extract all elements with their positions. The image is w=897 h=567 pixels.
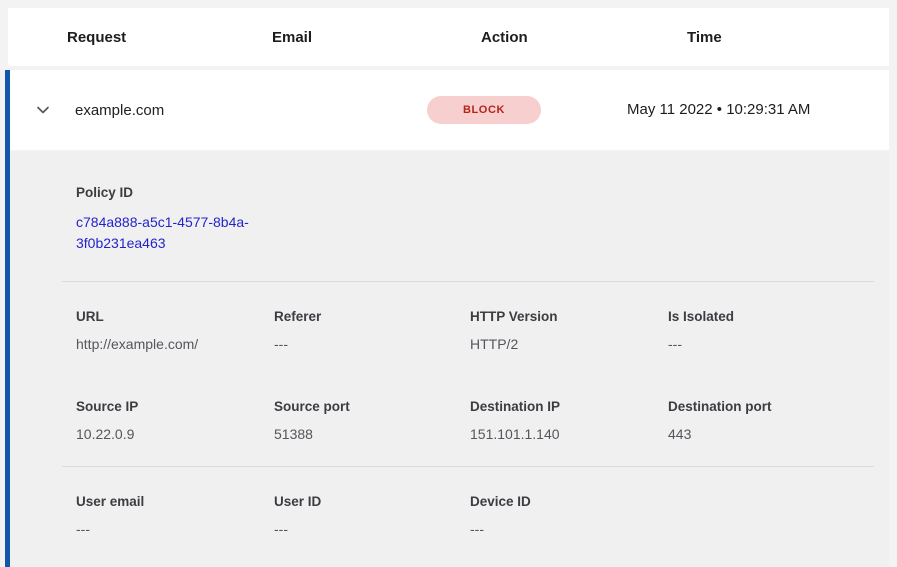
log-entry-card: example.com BLOCK May 11 2022 • 10:29:31… bbox=[5, 70, 889, 567]
detail-row-http: URL http://example.com/ Referer --- HTTP… bbox=[10, 309, 889, 352]
column-header-action: Action bbox=[481, 29, 687, 46]
column-header-request: Request bbox=[67, 29, 272, 46]
chevron-down-icon bbox=[35, 102, 51, 118]
field-http-version: HTTP Version HTTP/2 bbox=[470, 309, 668, 352]
action-cell: BLOCK bbox=[421, 96, 627, 124]
field-value: http://example.com/ bbox=[76, 336, 274, 352]
field-value: 443 bbox=[668, 426, 889, 442]
field-label: Source port bbox=[274, 399, 470, 414]
section-divider bbox=[62, 281, 874, 282]
field-label: HTTP Version bbox=[470, 309, 668, 324]
table-row[interactable]: example.com BLOCK May 11 2022 • 10:29:31… bbox=[10, 70, 889, 150]
field-destination-ip: Destination IP 151.101.1.140 bbox=[470, 399, 668, 442]
policy-id-link[interactable]: c784a888-a5c1-4577-8b4a-3f0b231ea463 bbox=[76, 212, 274, 254]
field-is-isolated: Is Isolated --- bbox=[668, 309, 889, 352]
field-url: URL http://example.com/ bbox=[76, 309, 274, 352]
field-label: User email bbox=[76, 494, 274, 509]
field-value: 151.101.1.140 bbox=[470, 426, 668, 442]
field-label: User ID bbox=[274, 494, 470, 509]
expanded-detail-panel: Policy ID c784a888-a5c1-4577-8b4a-3f0b23… bbox=[10, 151, 889, 567]
field-value: --- bbox=[470, 521, 668, 537]
status-badge-block: BLOCK bbox=[427, 96, 541, 124]
field-referer: Referer --- bbox=[274, 309, 470, 352]
policy-id-label: Policy ID bbox=[76, 185, 889, 200]
field-value: 10.22.0.9 bbox=[76, 426, 274, 442]
detail-row-user: User email --- User ID --- Device ID --- bbox=[10, 494, 889, 537]
field-source-ip: Source IP 10.22.0.9 bbox=[76, 399, 274, 442]
time-value: May 11 2022 • 10:29:31 AM bbox=[627, 98, 812, 122]
field-value: --- bbox=[274, 521, 470, 537]
field-label: Destination IP bbox=[470, 399, 668, 414]
field-device-id: Device ID --- bbox=[470, 494, 668, 537]
expand-toggle[interactable] bbox=[10, 102, 75, 118]
field-label: Referer bbox=[274, 309, 470, 324]
section-divider bbox=[62, 466, 874, 467]
field-value: --- bbox=[76, 521, 274, 537]
column-header-time: Time bbox=[687, 29, 889, 46]
table-header: Request Email Action Time bbox=[8, 8, 889, 66]
field-value: --- bbox=[274, 336, 470, 352]
field-label: Device ID bbox=[470, 494, 668, 509]
field-value: 51388 bbox=[274, 426, 470, 442]
field-source-port: Source port 51388 bbox=[274, 399, 470, 442]
field-value: HTTP/2 bbox=[470, 336, 668, 352]
field-empty bbox=[668, 494, 889, 537]
field-label: Destination port bbox=[668, 399, 889, 414]
field-user-id: User ID --- bbox=[274, 494, 470, 537]
column-header-email: Email bbox=[272, 29, 481, 46]
field-label: URL bbox=[76, 309, 274, 324]
field-user-email: User email --- bbox=[76, 494, 274, 537]
field-destination-port: Destination port 443 bbox=[668, 399, 889, 442]
request-value: example.com bbox=[75, 102, 212, 119]
detail-row-network: Source IP 10.22.0.9 Source port 51388 De… bbox=[10, 399, 889, 442]
field-value: --- bbox=[668, 336, 889, 352]
policy-section: Policy ID c784a888-a5c1-4577-8b4a-3f0b23… bbox=[10, 151, 889, 254]
field-label: Is Isolated bbox=[668, 309, 889, 324]
field-label: Source IP bbox=[76, 399, 274, 414]
